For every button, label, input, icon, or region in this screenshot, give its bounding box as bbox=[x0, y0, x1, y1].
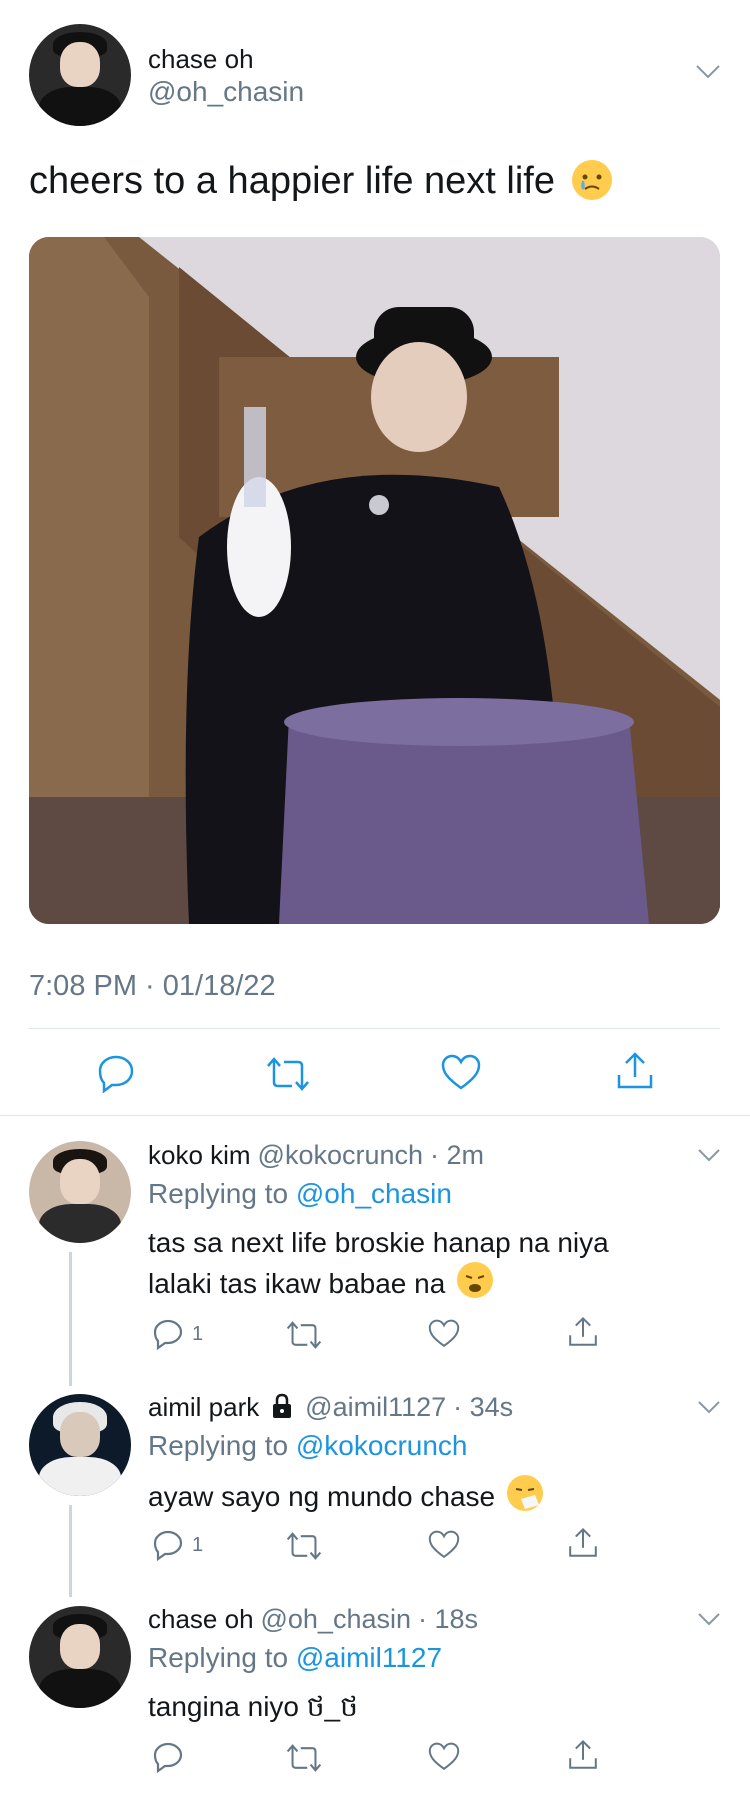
reply-icon[interactable] bbox=[152, 1529, 184, 1561]
chevron-down-icon[interactable] bbox=[697, 1400, 721, 1415]
tweet-timestamp[interactable]: 7:08 PM · 01/18/22 bbox=[29, 970, 276, 1003]
chevron-down-icon[interactable] bbox=[697, 1612, 721, 1627]
reply-icon[interactable] bbox=[152, 1741, 184, 1773]
reply-author-handle[interactable]: @oh_chasin bbox=[260, 1604, 411, 1634]
reply-count: 1 bbox=[192, 1323, 204, 1345]
reply-avatar[interactable] bbox=[29, 1141, 131, 1243]
reply-text-line-2: lalaki tas ikaw babae na bbox=[148, 1262, 718, 1303]
reply-text: tangina niyo ថ_ថ bbox=[148, 1691, 358, 1722]
thread-line bbox=[69, 1252, 72, 1386]
share-icon[interactable] bbox=[615, 1051, 655, 1091]
reply-header: koko kim @kokocrunch · 2m bbox=[148, 1140, 484, 1171]
chevron-down-icon[interactable] bbox=[695, 64, 721, 80]
replying-to-label: Replying to bbox=[148, 1430, 289, 1461]
replying-to-link[interactable]: @oh_chasin bbox=[296, 1178, 452, 1209]
reply-avatar[interactable] bbox=[29, 1394, 131, 1496]
section-divider bbox=[0, 1115, 750, 1116]
reply-time: · 34s bbox=[453, 1392, 514, 1422]
replying-to: Replying to @kokocrunch bbox=[148, 1430, 467, 1462]
share-icon[interactable] bbox=[567, 1739, 599, 1771]
crying-face-emoji bbox=[571, 160, 612, 200]
share-icon[interactable] bbox=[567, 1316, 599, 1348]
reply-author-handle[interactable]: @kokocrunch bbox=[258, 1140, 423, 1170]
reply-author-name[interactable]: chase oh bbox=[148, 1604, 254, 1634]
like-heart-icon[interactable] bbox=[428, 1742, 460, 1772]
lock-icon bbox=[270, 1393, 294, 1426]
tweet-photo[interactable] bbox=[29, 237, 720, 924]
tweet-text-content: cheers to a happier life next life bbox=[29, 160, 555, 202]
replying-to-link[interactable]: @kokocrunch bbox=[296, 1430, 468, 1461]
reply-header: chase oh @oh_chasin · 18s bbox=[148, 1604, 478, 1635]
author-name[interactable]: chase oh bbox=[148, 44, 254, 75]
reply-count: 1 bbox=[192, 1534, 204, 1556]
retweet-icon[interactable] bbox=[266, 1056, 310, 1092]
thread-line bbox=[69, 1505, 72, 1597]
like-heart-icon[interactable] bbox=[428, 1319, 460, 1349]
sneezing-face-emoji bbox=[506, 1475, 543, 1511]
replying-to-link[interactable]: @aimil1127 bbox=[296, 1642, 442, 1673]
replying-to: Replying to @oh_chasin bbox=[148, 1178, 452, 1210]
reply-text: tas sa next life broskie hanap na niya l… bbox=[148, 1224, 718, 1303]
share-icon[interactable] bbox=[567, 1527, 599, 1559]
reply-header: aimil park @aimil1127 · 34s bbox=[148, 1392, 513, 1426]
reply-author-name[interactable]: koko kim bbox=[148, 1140, 251, 1170]
reply-author-handle[interactable]: @aimil1127 bbox=[305, 1392, 446, 1422]
replying-to: Replying to @aimil1127 bbox=[148, 1642, 442, 1674]
replying-to-label: Replying to bbox=[148, 1642, 289, 1673]
retweet-icon[interactable] bbox=[286, 1743, 322, 1773]
reply-text: ayaw sayo ng mundo chase bbox=[148, 1475, 543, 1516]
reply-author-name[interactable]: aimil park bbox=[148, 1392, 259, 1422]
reply-text-line: tas sa next life broskie hanap na niya bbox=[148, 1227, 609, 1258]
reply-text-line-2-content: lalaki tas ikaw babae na bbox=[148, 1268, 446, 1299]
like-heart-icon[interactable] bbox=[428, 1530, 460, 1560]
like-heart-icon[interactable] bbox=[441, 1054, 481, 1092]
replying-to-label: Replying to bbox=[148, 1178, 289, 1209]
reply-icon[interactable] bbox=[152, 1318, 184, 1350]
divider bbox=[29, 1028, 720, 1029]
author-avatar[interactable] bbox=[29, 24, 131, 126]
reply-icon[interactable] bbox=[96, 1053, 136, 1093]
reply-text-content: ayaw sayo ng mundo chase bbox=[148, 1481, 496, 1512]
reply-time: · 18s bbox=[417, 1604, 478, 1634]
author-handle[interactable]: @oh_chasin bbox=[148, 76, 304, 108]
retweet-icon[interactable] bbox=[286, 1320, 322, 1350]
tired-face-emoji bbox=[457, 1262, 494, 1298]
chevron-down-icon[interactable] bbox=[697, 1148, 721, 1163]
reply-avatar[interactable] bbox=[29, 1606, 131, 1708]
retweet-icon[interactable] bbox=[286, 1531, 322, 1561]
reply-time: · 2m bbox=[429, 1140, 484, 1170]
tweet-text: cheers to a happier life next life bbox=[29, 160, 612, 203]
